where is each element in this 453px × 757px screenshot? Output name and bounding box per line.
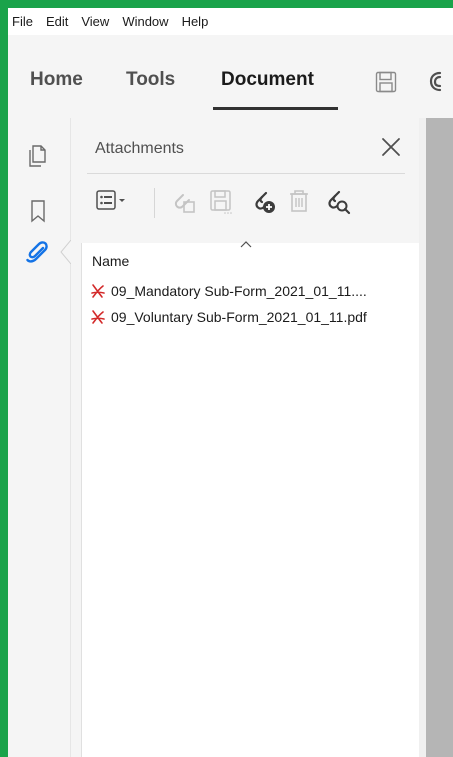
menu-file[interactable]: File [12,14,33,29]
list-item[interactable]: 09_Mandatory Sub-Form_2021_01_11.... [90,280,420,302]
list-item[interactable]: 09_Voluntary Sub-Form_2021_01_11.pdf [90,306,420,328]
attach-cloud-icon[interactable] [426,69,453,95]
options-menu-icon[interactable] [95,187,131,215]
sort-ascending-icon[interactable] [240,239,252,249]
menu-bar: File Edit View Window Help [8,8,453,35]
tab-bar: Home Tools Document [8,35,453,119]
open-attachment-icon[interactable] [169,187,197,215]
add-attachment-icon[interactable] [249,187,277,215]
column-header-name[interactable]: Name [92,253,129,269]
file-name: 09_Voluntary Sub-Form_2021_01_11.pdf [111,309,367,325]
top-cropped-strip [0,0,453,8]
panel-title: Attachments [95,140,184,157]
menu-edit[interactable]: Edit [46,14,68,29]
close-icon[interactable] [379,135,403,159]
menu-help[interactable]: Help [182,14,209,29]
active-tab-indicator [213,107,338,110]
pdf-file-icon [91,310,105,324]
app-window: File Edit View Window Help Home Tools Do… [8,8,453,757]
save-icon[interactable] [375,71,397,93]
delete-attachment-icon[interactable] [285,187,313,215]
save-attachment-icon[interactable] [207,187,235,215]
left-navigation-rail [8,118,71,757]
tab-home[interactable]: Home [30,69,83,91]
menu-view[interactable]: View [81,14,109,29]
tab-tools[interactable]: Tools [126,69,175,91]
file-name: 09_Mandatory Sub-Form_2021_01_11.... [111,283,367,299]
bookmark-icon[interactable] [25,198,51,224]
panel-divider [87,173,405,174]
pdf-file-icon [91,284,105,298]
page-thumbnails-icon[interactable] [25,143,51,169]
active-rail-pointer [60,240,71,264]
attachments-paperclip-icon[interactable] [25,240,51,266]
toolbar-divider [154,188,155,218]
document-canvas [426,118,453,757]
search-attachment-icon[interactable] [323,187,351,215]
attachments-list: Name 09_Mandatory Sub-Form_2021_01_11...… [81,241,420,757]
attachments-panel: Attachments Name 09_Mandatory Sub-Form_2… [71,118,420,757]
document-view [419,118,453,757]
menu-window[interactable]: Window [122,14,168,29]
tab-document[interactable]: Document [221,69,314,91]
